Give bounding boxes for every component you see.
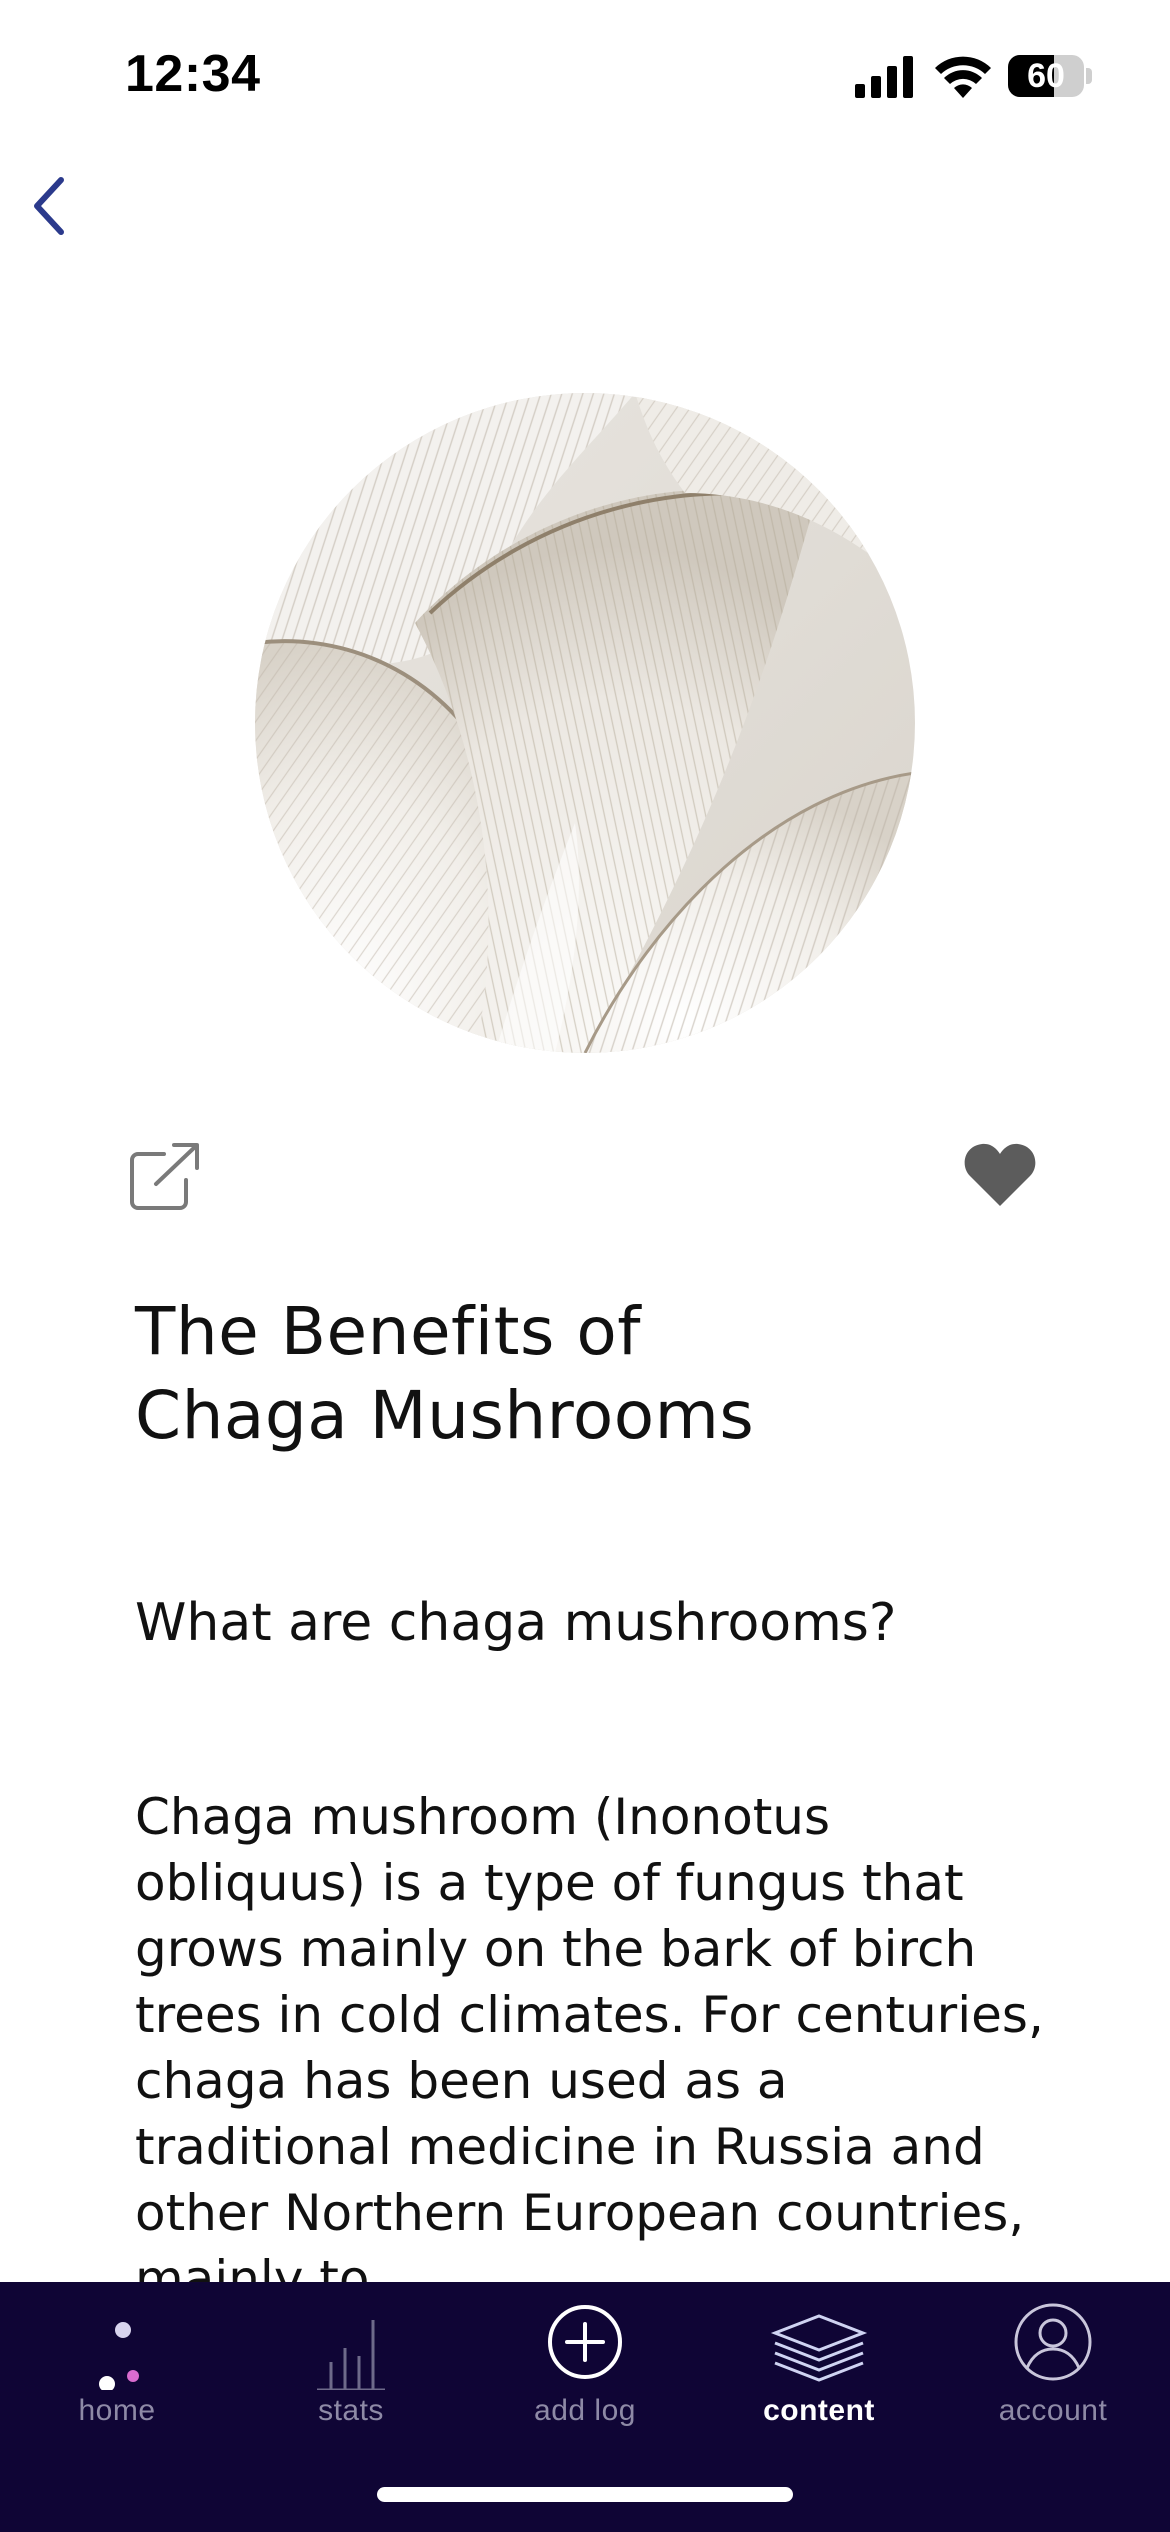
tab-content[interactable]: content: [702, 2282, 936, 2452]
tab-label-add-log: add log: [534, 2394, 636, 2427]
tab-stats[interactable]: stats: [234, 2282, 468, 2452]
user-circle-icon: [1014, 2303, 1092, 2381]
back-button[interactable]: [14, 168, 84, 244]
article-body: Chaga mushroom (Inonotus obliquus) is a …: [135, 1788, 1044, 2308]
tab-add-log[interactable]: add log: [468, 2282, 702, 2452]
article-subheading: What are chaga mushrooms?: [135, 1593, 897, 1653]
heart-icon: [964, 1143, 1036, 1206]
tab-label-content: content: [763, 2394, 875, 2427]
status-bar: 12:34 60: [0, 0, 1170, 150]
tab-label-account: account: [998, 2394, 1108, 2427]
home-dots-icon: [99, 2322, 139, 2390]
tab-bar: home stats add log content account: [0, 2282, 1170, 2532]
article: The Benefits of Chaga Mushrooms What are …: [135, 1290, 1044, 2308]
wifi-icon: [935, 56, 991, 98]
status-time: 12:34: [125, 45, 261, 103]
home-indicator[interactable]: [377, 2487, 793, 2502]
tab-account[interactable]: account: [936, 2282, 1170, 2452]
battery-icon: 60: [1008, 55, 1092, 97]
share-button[interactable]: [128, 1140, 204, 1212]
layers-icon: [770, 2314, 868, 2382]
tab-label-home: home: [78, 2394, 156, 2427]
article-hero-image: [255, 393, 915, 1053]
signal-icon: [855, 56, 913, 98]
battery-level: 60: [1027, 57, 1065, 95]
share-icon: [130, 1143, 199, 1210]
favorite-button[interactable]: [962, 1140, 1038, 1210]
bar-chart-icon: [317, 2320, 385, 2390]
mushroom-gills-image: [255, 393, 915, 1053]
article-title: The Benefits of Chaga Mushrooms: [135, 1293, 755, 1454]
tab-home[interactable]: home: [0, 2282, 234, 2452]
tab-label-stats: stats: [318, 2394, 384, 2427]
plus-circle-icon: [548, 2305, 622, 2379]
chevron-left-icon: [34, 177, 64, 235]
